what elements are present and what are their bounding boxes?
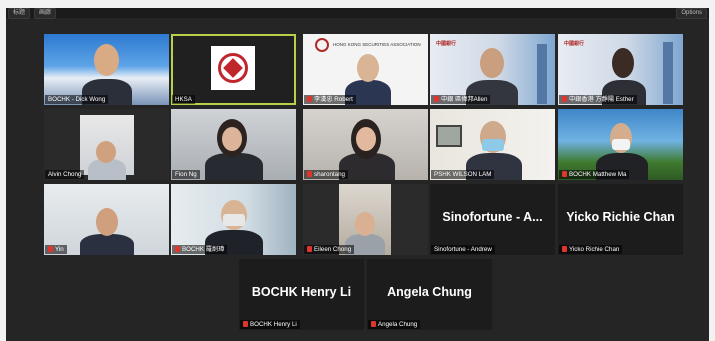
- video-tile[interactable]: Alvin Chong: [44, 109, 169, 180]
- boc-logo: 中國銀行: [564, 41, 585, 47]
- participant-name: PSHK WILSON LAM: [431, 170, 495, 179]
- muted-mic-icon: [562, 246, 567, 252]
- participant-name: HKSA: [172, 95, 195, 104]
- video-tile[interactable]: sharontang: [303, 109, 428, 180]
- participant-display-name: Yicko Richie Chan: [566, 210, 675, 224]
- muted-mic-icon: [307, 96, 312, 102]
- view-button[interactable]: 标题: [8, 8, 31, 19]
- participant-name: BOCHK Henry Li: [240, 320, 300, 329]
- face-mask: [223, 214, 245, 226]
- video-tile[interactable]: BOCHK - Dick Wong: [44, 34, 169, 105]
- building-icon: [537, 44, 547, 104]
- muted-mic-icon: [175, 246, 180, 252]
- video-tile[interactable]: Yicko Richie Chan Yicko Richie Chan: [558, 184, 683, 255]
- video-tile[interactable]: Fion Ng: [171, 109, 296, 180]
- participant-name: Angela Chung: [368, 320, 421, 329]
- participant-name: BOCHK - Dick Wong: [45, 95, 109, 104]
- video-tile[interactable]: PSHK WILSON LAM: [430, 109, 555, 180]
- video-tile[interactable]: BOCHK 羅劍璋: [171, 184, 296, 255]
- participant-name: 中銀香港 方靜陽 Esther: [559, 95, 637, 104]
- gallery-button[interactable]: 画廊: [34, 8, 57, 19]
- participant-display-name: Angela Chung: [387, 285, 472, 299]
- muted-mic-icon: [243, 321, 248, 327]
- top-toolbar: 标题 画廊 Options: [6, 8, 709, 19]
- building-icon: [663, 42, 673, 104]
- muted-mic-icon: [371, 321, 376, 327]
- meeting-window: 标题 画廊 Options BOCHK - Dick Wong HKSA HON…: [6, 8, 709, 341]
- video-tile[interactable]: 中國銀行 中銀 區偉邦Allen: [430, 34, 555, 105]
- muted-mic-icon: [307, 246, 312, 252]
- participant-name: Fion Ng: [172, 170, 200, 179]
- video-tile[interactable]: Sinofortune - A... Sinofortune - Andrew: [430, 184, 555, 255]
- wall-picture: [436, 125, 462, 147]
- video-tile[interactable]: BOCHK Henry Li BOCHK Henry Li: [239, 259, 364, 330]
- participant-display-name: Sinofortune - A...: [442, 210, 543, 224]
- org-banner: HONG KONG SECURITIES ASSOCIATION: [333, 42, 421, 47]
- participant-name: sharontang: [304, 170, 348, 179]
- video-tile-active[interactable]: HKSA: [171, 34, 296, 105]
- video-tile[interactable]: Yin: [44, 184, 169, 255]
- participant-name: Eileen Chong: [304, 245, 355, 254]
- participant-name: Yin: [45, 245, 67, 254]
- muted-mic-icon: [434, 96, 439, 102]
- options-button[interactable]: Options: [676, 8, 707, 19]
- video-tile[interactable]: Eileen Chong: [303, 184, 428, 255]
- participant-name: Alvin Chong: [45, 170, 85, 179]
- participant-name: BOCHK 羅劍璋: [172, 245, 228, 254]
- muted-mic-icon: [307, 171, 312, 177]
- participant-name: Yicko Richie Chan: [559, 245, 623, 254]
- video-tile[interactable]: Angela Chung Angela Chung: [367, 259, 492, 330]
- boc-logo: 中國銀行: [436, 41, 457, 47]
- face-mask: [612, 139, 630, 150]
- participant-display-name: BOCHK Henry Li: [251, 285, 352, 299]
- video-tile[interactable]: BOCHK Matthew Ma: [558, 109, 683, 180]
- participant-name: 中銀 區偉邦Allen: [431, 95, 491, 104]
- hksa-logo: [211, 46, 255, 90]
- participant-name: BOCHK Matthew Ma: [559, 170, 630, 179]
- video-tile[interactable]: HONG KONG SECURITIES ASSOCIATION 李漢忠 Rob…: [303, 34, 428, 105]
- muted-mic-icon: [562, 96, 567, 102]
- video-tile[interactable]: 中國銀行 中銀香港 方靜陽 Esther: [558, 34, 683, 105]
- participant-name: 李漢忠 Robert: [304, 95, 356, 104]
- muted-mic-icon: [562, 171, 567, 177]
- muted-mic-icon: [48, 246, 53, 252]
- participant-name: Sinofortune - Andrew: [431, 245, 495, 254]
- face-mask: [482, 139, 504, 151]
- hksa-logo: [315, 38, 329, 52]
